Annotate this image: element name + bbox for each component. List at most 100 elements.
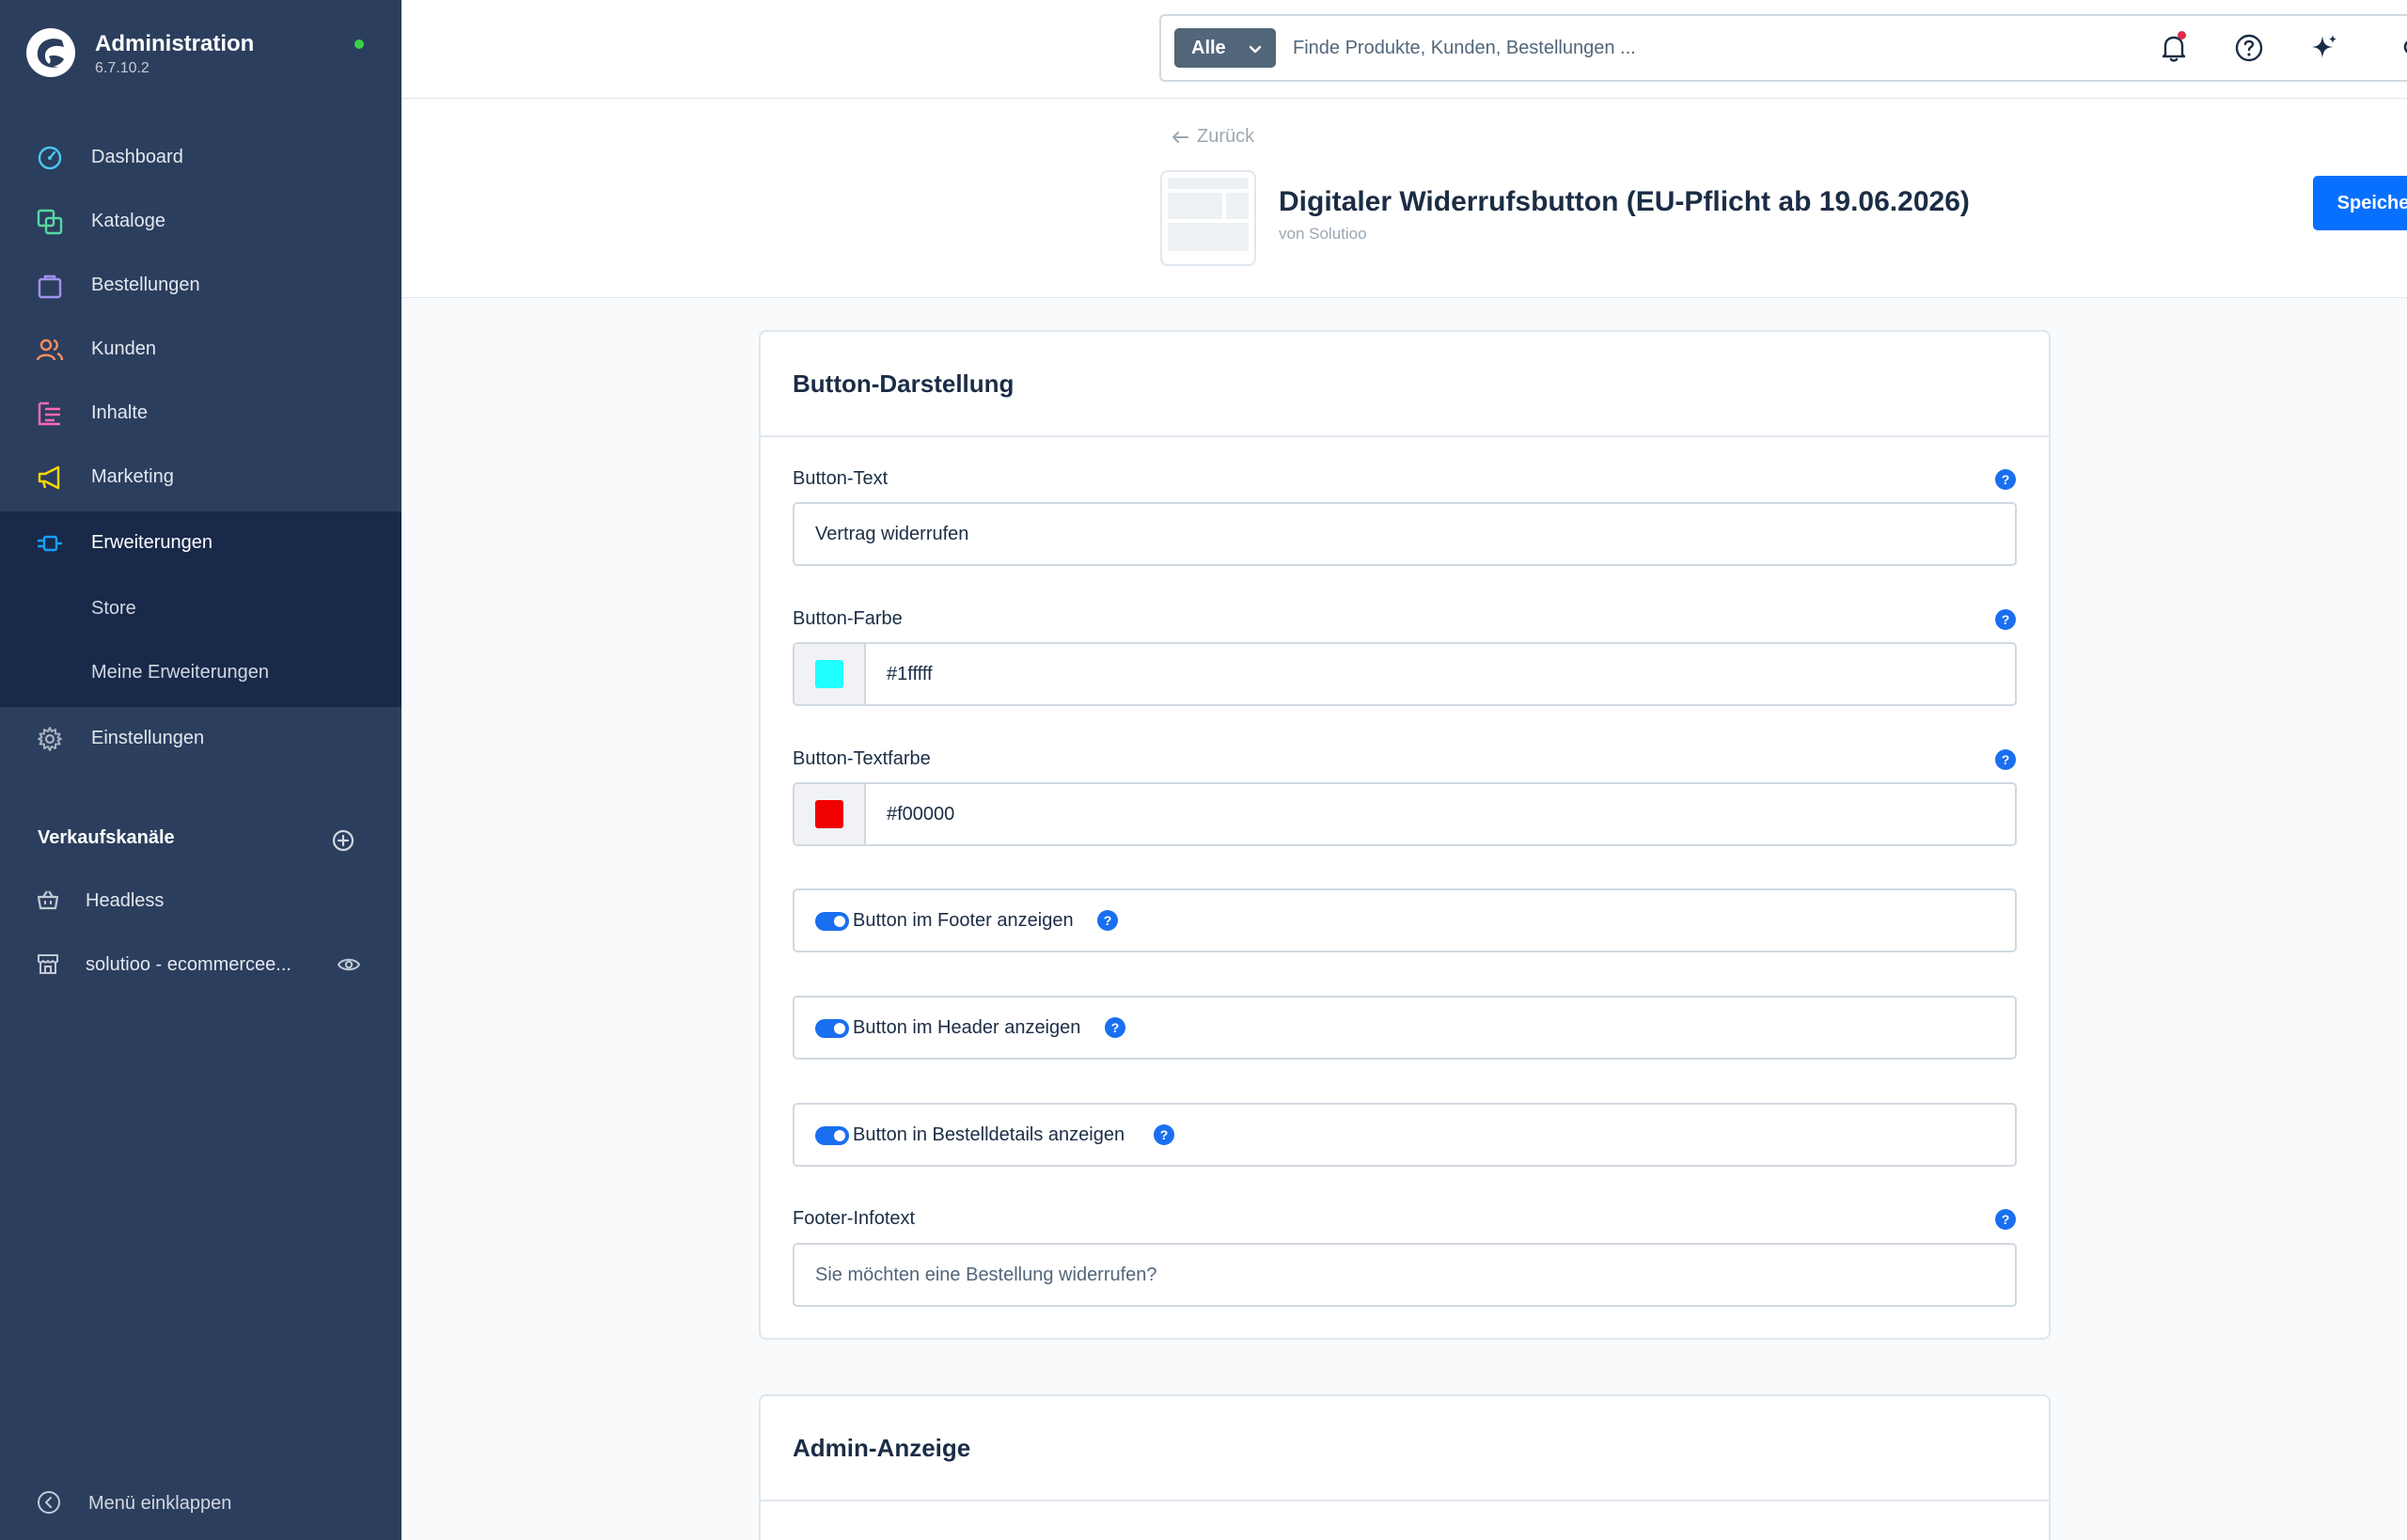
toggle-order-details-box: Button in Bestelldetails anzeigen ? (793, 1103, 2017, 1167)
footer-infotext-input[interactable] (793, 1243, 2017, 1307)
card-title: Button-Darstellung (793, 369, 1015, 398)
chevron-down-icon (1249, 45, 1262, 54)
search-input[interactable] (1293, 27, 2374, 69)
button-color-field (793, 642, 2017, 706)
app-title: Administration (95, 31, 255, 56)
nav-label: Inhalte (91, 402, 149, 423)
nav-item-customers[interactable]: Kunden (0, 318, 401, 382)
page-header: Zurück Digitaler Widerrufsbutton (EU-Pfl… (401, 100, 2407, 298)
nav-item-content[interactable]: Inhalte (0, 382, 401, 446)
save-button[interactable]: Speichern (2313, 176, 2407, 230)
dashboard-icon (38, 146, 62, 170)
nav-label: Marketing (91, 466, 174, 487)
sales-channel-storefront[interactable]: solutioo - ecommercee... (0, 936, 401, 993)
button-display-card: Button-Darstellung Button-Text ? Button-… (759, 330, 2051, 1340)
help-icon[interactable]: ? (1995, 609, 2016, 630)
search-type-label: Alle (1191, 38, 1226, 58)
toggle-footer-label[interactable]: Button im Footer anzeigen (853, 910, 1074, 932)
page-subtitle: von Solutioo (1279, 225, 1367, 243)
marketing-icon (38, 465, 60, 490)
nav-item-extensions[interactable]: Erweiterungen (0, 511, 401, 575)
toggle-order-details-switch[interactable] (815, 1126, 849, 1145)
toggle-header-label[interactable]: Button im Header anzeigen (853, 1017, 1080, 1039)
ai-sparkle-icon[interactable] (2308, 32, 2340, 64)
search-icon[interactable] (2401, 37, 2407, 61)
sales-channel-headless[interactable]: Headless (0, 872, 401, 929)
toggle-header-switch[interactable] (815, 1019, 849, 1038)
card-divider (761, 1500, 2049, 1501)
button-text-color-field (793, 782, 2017, 846)
status-online-indicator (354, 39, 364, 49)
color-swatch (815, 800, 843, 828)
back-link[interactable]: Zurück (1171, 126, 1254, 148)
nav-label: Einstellungen (91, 728, 205, 748)
color-picker-toggle[interactable] (794, 784, 866, 844)
help-icon[interactable]: ? (1097, 910, 1118, 931)
button-text-color-label: Button-Textfarbe (793, 748, 931, 769)
subnav-item-my-extensions[interactable]: Meine Erweiterungen (91, 662, 269, 684)
orders-icon (38, 275, 62, 299)
color-swatch (815, 660, 843, 688)
catalog-icon (37, 209, 63, 235)
help-icon[interactable] (2233, 32, 2265, 64)
button-text-label: Button-Text (793, 468, 889, 489)
button-text-input[interactable] (793, 502, 2017, 566)
toggle-footer-switch[interactable] (815, 912, 849, 931)
nav-label: Bestellungen (91, 275, 200, 295)
chevron-left-circle-icon (38, 1491, 60, 1514)
collapse-menu-label: Menü einklappen (88, 1493, 232, 1514)
toggle-footer-box: Button im Footer anzeigen ? (793, 888, 2017, 952)
top-bar: Alle (401, 0, 2407, 99)
extension-placeholder-icon (1168, 178, 1249, 251)
back-label: Zurück (1197, 126, 1255, 147)
sales-channel-label: solutioo - ecommercee... (86, 954, 291, 975)
nav-item-settings[interactable]: Einstellungen (0, 707, 401, 771)
page-title: Digitaler Widerrufsbutton (EU-Pflicht ab… (1279, 186, 1970, 217)
help-icon[interactable]: ? (1105, 1017, 1125, 1038)
nav-item-dashboard[interactable]: Dashboard (0, 126, 401, 190)
brand-header: Administration 6.7.10.2 (0, 0, 401, 113)
sales-channel-label: Headless (86, 890, 165, 911)
help-icon[interactable]: ? (1995, 1209, 2016, 1230)
storefront-icon (38, 954, 58, 974)
global-search: Alle (1159, 14, 2407, 82)
nav-label: Kataloge (91, 211, 165, 231)
help-icon[interactable]: ? (1154, 1124, 1174, 1145)
sales-channels-title: Verkaufskanäle (38, 827, 175, 848)
search-type-dropdown[interactable]: Alle (1174, 28, 1276, 68)
nav-label: Erweiterungen (91, 532, 212, 553)
switch-knob (834, 1023, 845, 1034)
admin-display-card: Admin-Anzeige (759, 1394, 2051, 1540)
button-color-label: Button-Farbe (793, 608, 903, 629)
nav-item-marketing[interactable]: Marketing (0, 446, 401, 510)
extension-thumbnail (1160, 170, 1256, 266)
button-color-input[interactable] (887, 644, 1996, 704)
sidebar: Administration 6.7.10.2 Dashboard Katalo… (0, 0, 401, 1540)
extensions-subnav: Store Meine Erweiterungen (0, 575, 401, 707)
shopware-logo-icon[interactable] (26, 28, 75, 77)
card-divider (761, 435, 2049, 437)
subnav-item-store[interactable]: Store (91, 598, 136, 620)
extensions-icon (38, 535, 62, 552)
help-icon[interactable]: ? (1995, 749, 2016, 770)
toggle-order-details-label[interactable]: Button in Bestelldetails anzeigen (853, 1124, 1125, 1146)
toggle-header-box: Button im Header anzeigen ? (793, 996, 2017, 1060)
button-text-color-input[interactable] (887, 784, 1996, 844)
switch-knob (834, 916, 845, 927)
help-icon[interactable]: ? (1995, 469, 2016, 490)
notification-badge (2178, 31, 2186, 39)
settings-icon (38, 727, 62, 751)
nav-label: Kunden (91, 338, 156, 359)
add-sales-channel-icon[interactable] (331, 828, 355, 853)
basket-icon (37, 890, 59, 910)
color-picker-toggle[interactable] (794, 644, 866, 704)
nav-item-catalogues[interactable]: Kataloge (0, 190, 401, 254)
arrow-left-icon (1172, 131, 1188, 143)
nav-label: Dashboard (91, 147, 183, 167)
customers-icon (36, 338, 64, 361)
eye-icon[interactable] (337, 954, 361, 975)
collapse-menu-button[interactable]: Menü einklappen (0, 1476, 401, 1529)
content-icon (38, 401, 60, 426)
nav-item-orders[interactable]: Bestellungen (0, 254, 401, 318)
switch-knob (834, 1130, 845, 1141)
